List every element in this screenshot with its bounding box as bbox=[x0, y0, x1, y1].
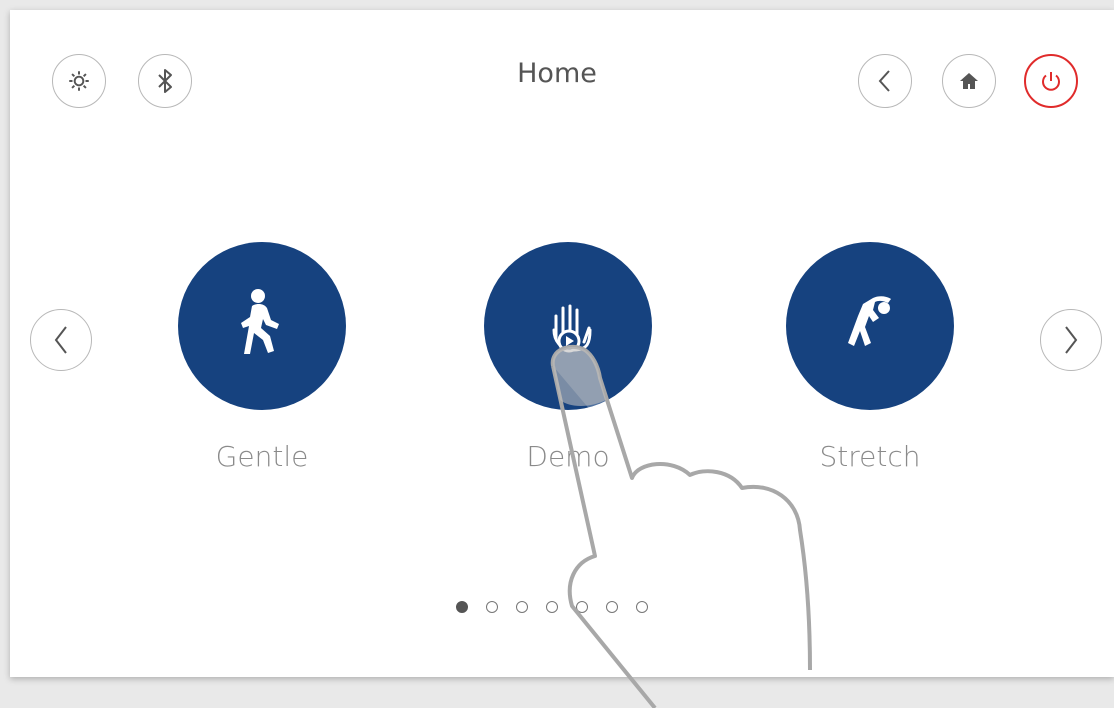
tile-demo-button[interactable] bbox=[484, 242, 652, 410]
chevron-left-icon bbox=[54, 326, 67, 354]
tile-stretch[interactable]: Stretch bbox=[750, 242, 990, 473]
chevron-left-icon bbox=[878, 70, 890, 92]
carousel-next-button[interactable] bbox=[1040, 309, 1102, 371]
hand-touch-icon bbox=[552, 304, 592, 353]
bluetooth-icon bbox=[158, 69, 172, 93]
home-icon bbox=[960, 73, 978, 89]
page-dot-3[interactable] bbox=[516, 601, 528, 613]
page-dot-1[interactable] bbox=[456, 601, 468, 613]
settings-button[interactable] bbox=[52, 54, 106, 108]
back-button[interactable] bbox=[858, 54, 912, 108]
stretching-person-icon bbox=[848, 296, 891, 346]
chevron-right-icon bbox=[1065, 326, 1078, 354]
bluetooth-button[interactable] bbox=[138, 54, 192, 108]
power-button[interactable] bbox=[1024, 54, 1078, 108]
tile-gentle-button[interactable] bbox=[178, 242, 346, 410]
tile-gentle-label: Gentle bbox=[215, 440, 309, 473]
page-dot-5[interactable] bbox=[576, 601, 588, 613]
tile-gentle[interactable]: Gentle bbox=[142, 242, 382, 473]
tile-stretch-button[interactable] bbox=[786, 242, 954, 410]
gear-icon bbox=[69, 71, 89, 91]
page-dot-4[interactable] bbox=[546, 601, 558, 613]
page-dot-2[interactable] bbox=[486, 601, 498, 613]
page-indicator bbox=[456, 601, 648, 613]
page-dot-7[interactable] bbox=[636, 601, 648, 613]
walking-person-icon bbox=[241, 289, 279, 354]
tile-stretch-label: Stretch bbox=[819, 440, 921, 473]
tile-demo-label: Demo bbox=[526, 440, 610, 473]
tile-demo[interactable]: Demo bbox=[448, 242, 688, 473]
power-icon bbox=[1042, 72, 1060, 91]
carousel-prev-button[interactable] bbox=[30, 309, 92, 371]
page-dot-6[interactable] bbox=[606, 601, 618, 613]
home-button[interactable] bbox=[942, 54, 996, 108]
